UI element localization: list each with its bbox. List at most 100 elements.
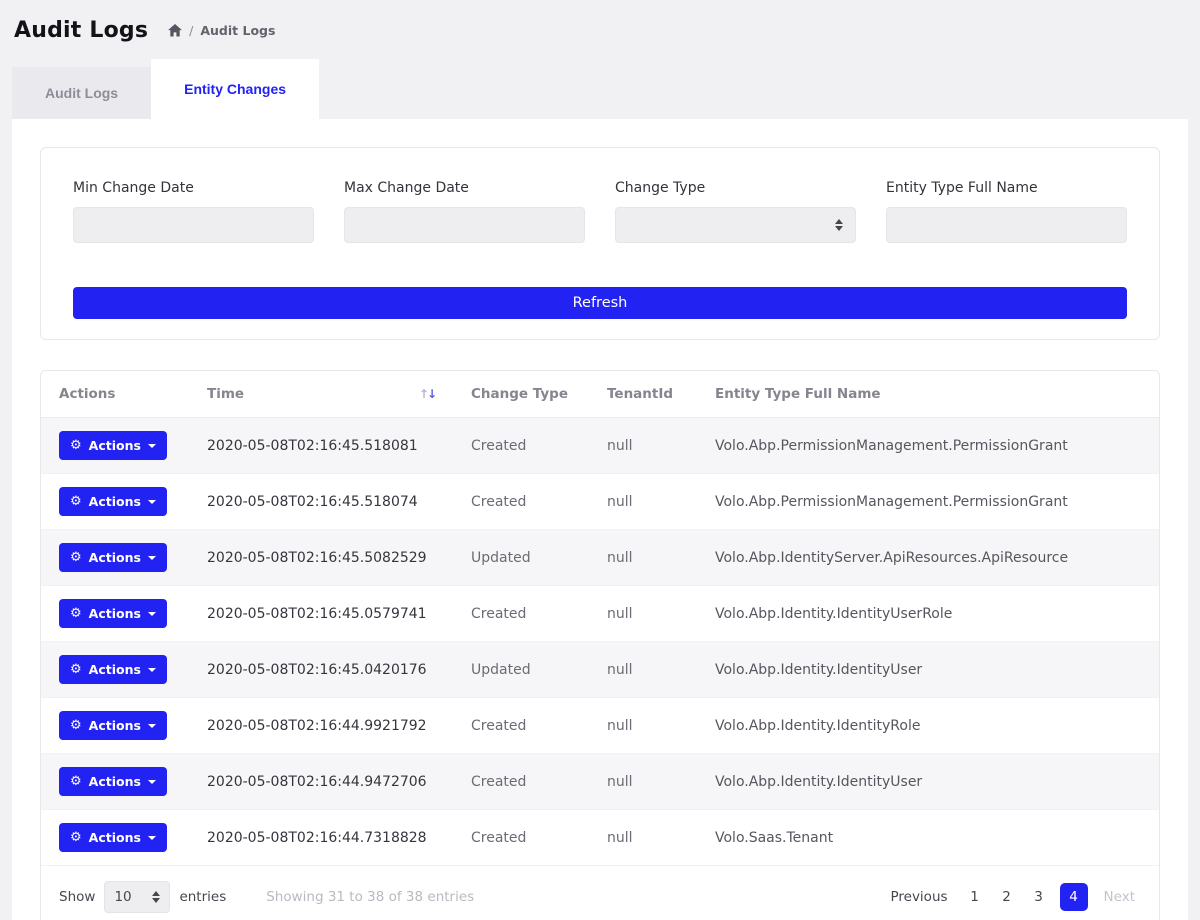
cell-tenant-id: null [589, 698, 697, 754]
row-actions-button[interactable]: ⚙ Actions [59, 823, 167, 852]
cell-time: 2020-05-08T02:16:45.5082529 [189, 530, 453, 586]
row-actions-label: Actions [89, 830, 141, 845]
row-actions-button[interactable]: ⚙ Actions [59, 599, 167, 628]
filter-field-change-type: Change Type [615, 180, 856, 243]
cell-tenant-id: null [589, 530, 697, 586]
row-actions-label: Actions [89, 718, 141, 733]
filter-grid: Min Change Date Max Change Date Change T… [73, 180, 1127, 243]
cell-tenant-id: null [589, 586, 697, 642]
cell-entity-type: Volo.Abp.Identity.IdentityUser [697, 754, 1159, 810]
table-head: Actions Time ↑↓ Change Type TenantId Ent… [41, 371, 1159, 418]
pagination-page-4-active[interactable]: 4 [1060, 883, 1088, 911]
pagination-next[interactable]: Next [1098, 885, 1141, 909]
entries-label: entries [179, 889, 226, 905]
caret-down-icon [148, 836, 156, 840]
row-actions-label: Actions [89, 606, 141, 621]
breadcrumb: / Audit Logs [168, 23, 275, 38]
cell-time: 2020-05-08T02:16:44.9921792 [189, 698, 453, 754]
row-actions-button[interactable]: ⚙ Actions [59, 767, 167, 796]
column-header-entity-type: Entity Type Full Name [697, 371, 1159, 418]
change-type-select[interactable] [615, 207, 856, 243]
column-header-time-label: Time [207, 386, 244, 402]
table-row: ⚙ Actions 2020-05-08T02:16:45.5082529 Up… [41, 530, 1159, 586]
gear-icon: ⚙ [70, 607, 82, 620]
home-icon[interactable] [168, 24, 182, 37]
filter-field-max-change-date: Max Change Date [344, 180, 585, 243]
table-card: Actions Time ↑↓ Change Type TenantId Ent… [40, 370, 1160, 920]
row-actions-button[interactable]: ⚙ Actions [59, 487, 167, 516]
column-header-time[interactable]: Time ↑↓ [189, 371, 453, 418]
gear-icon: ⚙ [70, 663, 82, 676]
pagination-page-2[interactable]: 2 [996, 885, 1018, 909]
cell-entity-type: Volo.Abp.IdentityServer.ApiResources.Api… [697, 530, 1159, 586]
pagination-previous[interactable]: Previous [884, 885, 953, 909]
filter-field-min-change-date: Min Change Date [73, 180, 314, 243]
entity-type-label: Entity Type Full Name [886, 180, 1127, 196]
row-actions-button[interactable]: ⚙ Actions [59, 711, 167, 740]
max-change-date-label: Max Change Date [344, 180, 585, 196]
change-type-label: Change Type [615, 180, 856, 196]
cell-tenant-id: null [589, 810, 697, 866]
cell-tenant-id: null [589, 754, 697, 810]
pagination-page-1[interactable]: 1 [964, 885, 986, 909]
table-row: ⚙ Actions 2020-05-08T02:16:45.0579741 Cr… [41, 586, 1159, 642]
cell-tenant-id: null [589, 474, 697, 530]
gear-icon: ⚙ [70, 551, 82, 564]
row-actions-button[interactable]: ⚙ Actions [59, 655, 167, 684]
row-actions-button[interactable]: ⚙ Actions [59, 431, 167, 460]
tab-panel: Min Change Date Max Change Date Change T… [12, 119, 1188, 920]
cell-entity-type: Volo.Abp.Identity.IdentityUser [697, 642, 1159, 698]
gear-icon: ⚙ [70, 439, 82, 452]
breadcrumb-current: Audit Logs [200, 23, 275, 38]
caret-down-icon [148, 612, 156, 616]
cell-change-type: Created [453, 418, 589, 474]
row-actions-label: Actions [89, 774, 141, 789]
refresh-button[interactable]: Refresh [73, 287, 1127, 319]
table-row: ⚙ Actions 2020-05-08T02:16:45.518074 Cre… [41, 474, 1159, 530]
cell-tenant-id: null [589, 642, 697, 698]
gear-icon: ⚙ [70, 775, 82, 788]
row-actions-button[interactable]: ⚙ Actions [59, 543, 167, 572]
pagination-page-3[interactable]: 3 [1028, 885, 1050, 909]
cell-actions: ⚙ Actions [41, 642, 189, 698]
cell-actions: ⚙ Actions [41, 418, 189, 474]
table-body: ⚙ Actions 2020-05-08T02:16:45.518081 Cre… [41, 418, 1159, 866]
cell-time: 2020-05-08T02:16:44.7318828 [189, 810, 453, 866]
tab-audit-logs[interactable]: Audit Logs [12, 67, 151, 119]
breadcrumb-separator: / [189, 23, 193, 38]
filter-card: Min Change Date Max Change Date Change T… [40, 147, 1160, 340]
row-actions-label: Actions [89, 662, 141, 677]
cell-actions: ⚙ Actions [41, 586, 189, 642]
tab-entity-changes[interactable]: Entity Changes [151, 59, 319, 119]
cell-time: 2020-05-08T02:16:45.0420176 [189, 642, 453, 698]
cell-entity-type: Volo.Abp.Identity.IdentityRole [697, 698, 1159, 754]
entity-type-input[interactable] [886, 207, 1127, 243]
showing-entries-text: Showing 31 to 38 of 38 entries [266, 889, 474, 905]
gear-icon: ⚙ [70, 719, 82, 732]
min-change-date-label: Min Change Date [73, 180, 314, 196]
sort-icon[interactable]: ↑↓ [419, 387, 435, 401]
show-label: Show [59, 889, 95, 905]
select-updown-icon [835, 219, 843, 231]
cell-time: 2020-05-08T02:16:45.518074 [189, 474, 453, 530]
cell-change-type: Created [453, 754, 589, 810]
table-row: ⚙ Actions 2020-05-08T02:16:44.9472706 Cr… [41, 754, 1159, 810]
column-header-tenant-id: TenantId [589, 371, 697, 418]
caret-down-icon [148, 780, 156, 784]
min-change-date-input[interactable] [73, 207, 314, 243]
page-header: Audit Logs / Audit Logs [0, 0, 1200, 59]
cell-entity-type: Volo.Abp.PermissionManagement.Permission… [697, 474, 1159, 530]
cell-actions: ⚙ Actions [41, 810, 189, 866]
row-actions-label: Actions [89, 438, 141, 453]
cell-time: 2020-05-08T02:16:45.518081 [189, 418, 453, 474]
main-content: Audit Logs Entity Changes Min Change Dat… [12, 59, 1188, 920]
caret-down-icon [148, 500, 156, 504]
page-size-value: 10 [114, 889, 131, 905]
page-size-select[interactable]: 10 [104, 881, 170, 913]
max-change-date-input[interactable] [344, 207, 585, 243]
gear-icon: ⚙ [70, 831, 82, 844]
cell-actions: ⚙ Actions [41, 754, 189, 810]
column-header-change-type: Change Type [453, 371, 589, 418]
tab-bar: Audit Logs Entity Changes [12, 59, 1188, 119]
table-footer: Show 10 entries Showing 31 to 38 of 38 e… [41, 866, 1159, 920]
